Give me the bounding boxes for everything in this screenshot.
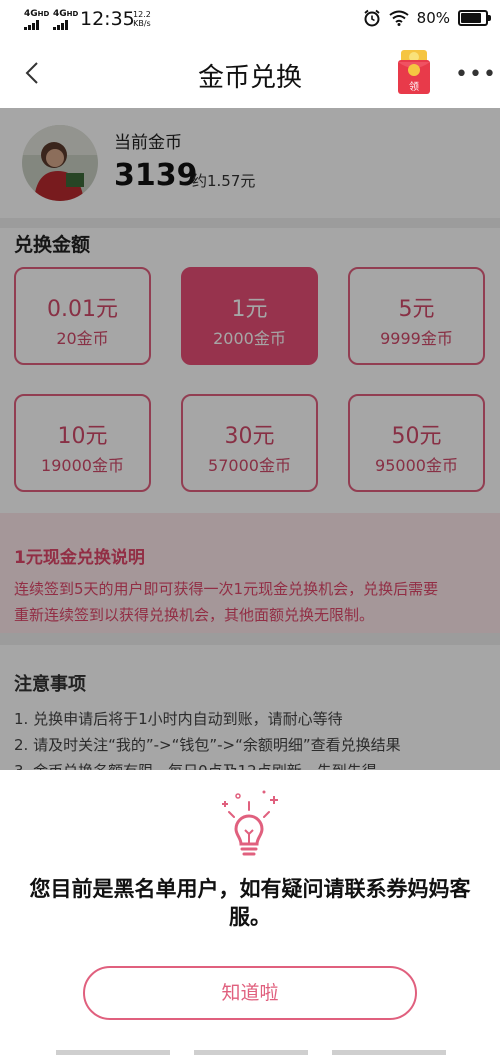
- more-dots-icon[interactable]: •••: [455, 62, 497, 87]
- status-bar: 4GHD 4GHD 12:35 12.2 KB/s 80%: [0, 0, 500, 40]
- dialog-message: 您目前是黑名单用户，如有疑问请联系券妈妈客 服。: [29, 877, 471, 929]
- alarm-icon: [364, 9, 380, 27]
- wifi-icon: [389, 10, 409, 26]
- lightbulb-icon: [222, 790, 278, 856]
- status-time: 12:35: [80, 8, 135, 30]
- nav-bar: 金币兑换 领 •••: [0, 40, 500, 108]
- blacklist-dialog: 您目前是黑名单用户，如有疑问请联系券妈妈客 服。 知道啦: [0, 770, 500, 1055]
- signal-indicator-1: 4GHD: [24, 10, 49, 30]
- signal-indicator-2: 4GHD: [53, 10, 78, 30]
- red-packet-button[interactable]: 领: [397, 48, 431, 96]
- network-speed: 12.2 KB/s: [133, 10, 151, 28]
- battery-icon: [458, 10, 491, 26]
- bottom-indicator: [0, 1049, 500, 1055]
- status-right: 80%: [363, 9, 491, 27]
- modal-backdrop[interactable]: [0, 108, 500, 770]
- got-it-button[interactable]: 知道啦: [83, 966, 417, 1020]
- battery-percent: 80%: [416, 9, 450, 27]
- red-packet-label: 领: [409, 82, 419, 93]
